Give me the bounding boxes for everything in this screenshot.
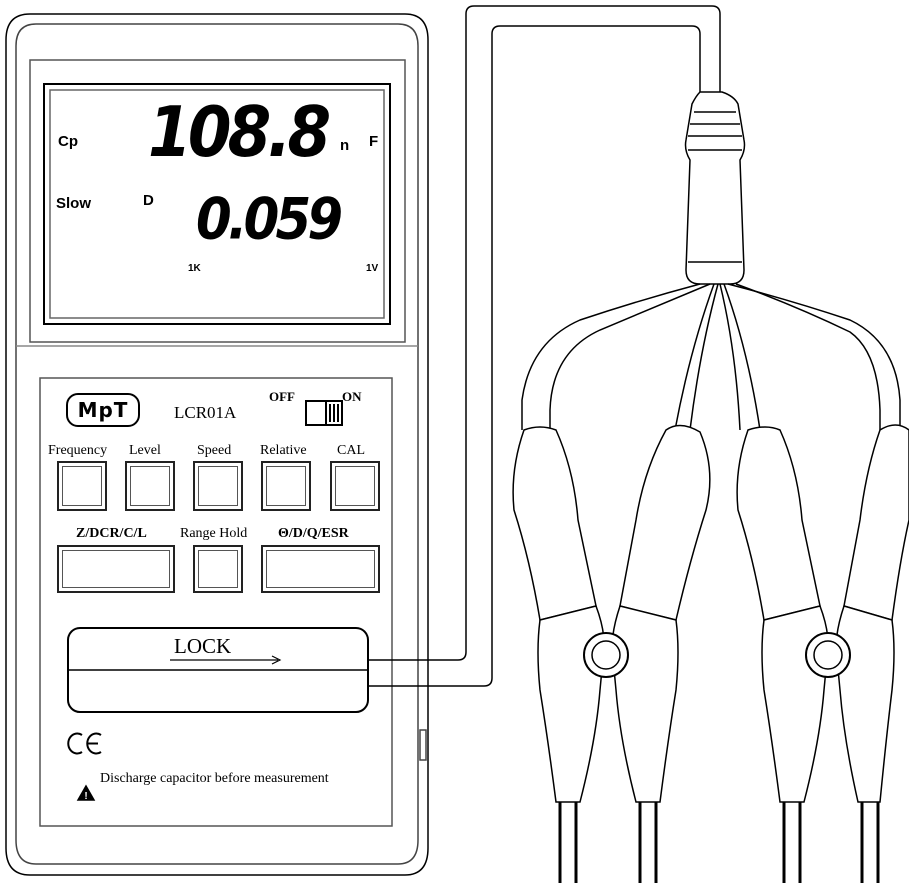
power-on-label: ON bbox=[342, 389, 362, 404]
primary-unit-prefix: n bbox=[340, 137, 350, 154]
svg-text:!: ! bbox=[84, 791, 87, 802]
frequency-button-label: Frequency bbox=[48, 443, 108, 458]
secondary-function-button-label: Θ/D/Q/ESR bbox=[278, 526, 349, 541]
level-button[interactable] bbox=[125, 461, 175, 511]
primary-unit: F bbox=[369, 133, 379, 150]
probe-connector bbox=[684, 91, 746, 285]
warning-text: Discharge capacitor before measurement bbox=[100, 771, 329, 786]
ce-mark-icon bbox=[67, 732, 102, 755]
secondary-function-button[interactable] bbox=[261, 545, 380, 593]
left-alligator-clip bbox=[512, 424, 711, 883]
function-button-label: Z/DCR/C/L bbox=[76, 526, 147, 541]
frequency-indicator: 1K bbox=[188, 263, 201, 274]
speed-button[interactable] bbox=[193, 461, 243, 511]
relative-button-label: Relative bbox=[260, 443, 307, 458]
model-label: LCR01A bbox=[174, 403, 237, 422]
speed-indicator: Slow bbox=[56, 195, 92, 212]
secondary-mode-label: D bbox=[143, 192, 154, 209]
brand-logo-text: MpT bbox=[77, 398, 129, 422]
frequency-button[interactable] bbox=[57, 461, 107, 511]
brand-logo: MpT bbox=[66, 393, 140, 427]
cal-button[interactable] bbox=[330, 461, 380, 511]
primary-reading: 108.8 bbox=[148, 92, 331, 173]
range-hold-button-label: Range Hold bbox=[180, 526, 248, 541]
range-hold-button[interactable] bbox=[193, 545, 243, 593]
speed-button-label: Speed bbox=[197, 443, 232, 458]
level-button-label: Level bbox=[129, 443, 161, 458]
cal-button-label: CAL bbox=[337, 443, 365, 458]
lcr-meter-drawing: ! bbox=[5, 5, 909, 883]
power-switch[interactable] bbox=[305, 400, 343, 426]
secondary-reading: 0.059 bbox=[196, 186, 343, 253]
primary-mode-label: Cp bbox=[58, 133, 78, 150]
lock-label: LOCK bbox=[174, 634, 232, 658]
function-button[interactable] bbox=[57, 545, 175, 593]
relative-button[interactable] bbox=[261, 461, 311, 511]
power-off-label: OFF bbox=[269, 389, 295, 404]
right-alligator-clip bbox=[736, 424, 909, 883]
level-indicator: 1V bbox=[366, 263, 379, 274]
